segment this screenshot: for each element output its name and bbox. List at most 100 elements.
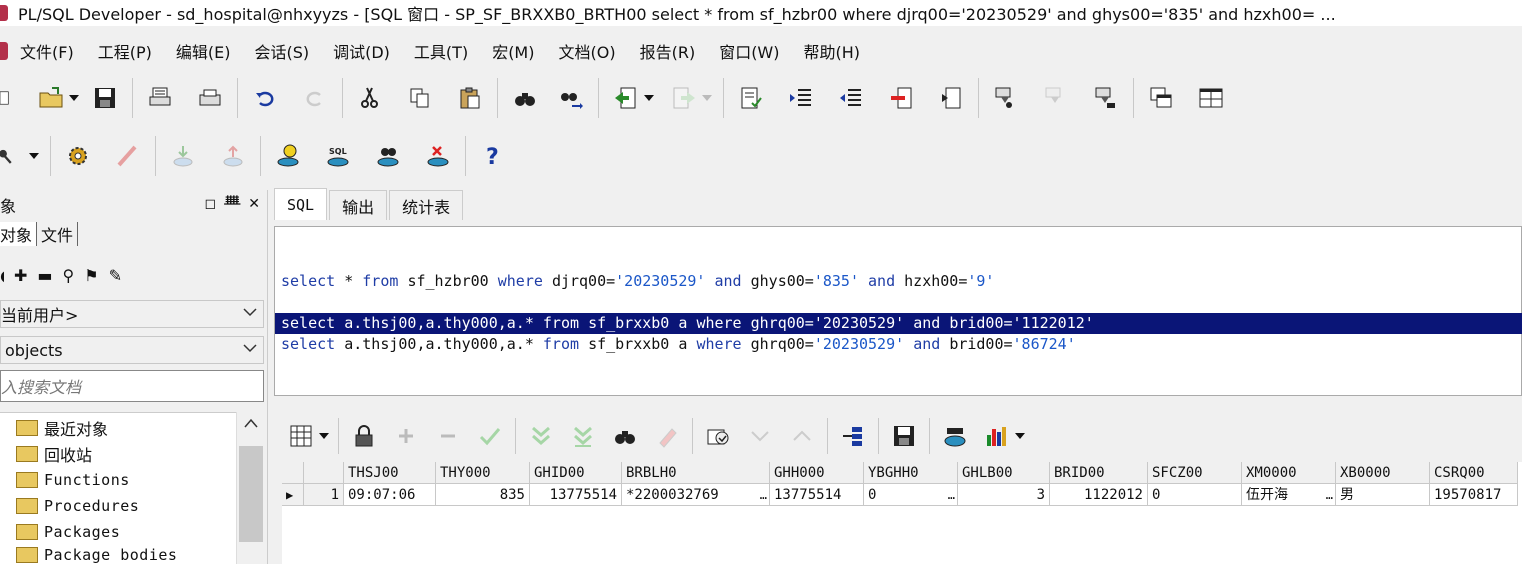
column-header[interactable]: THY000: [436, 462, 530, 484]
execute-gear-icon[interactable]: [61, 139, 95, 173]
object-type-select[interactable]: objects: [0, 336, 264, 364]
help-icon[interactable]: ?: [476, 139, 510, 173]
menu-debug[interactable]: 调试(D): [333, 39, 390, 63]
tab-sql[interactable]: SQL: [274, 188, 328, 220]
filter-edit-icon[interactable]: ✎: [109, 266, 122, 285]
tree-scrollbar[interactable]: [236, 412, 264, 564]
table-cell[interactable]: 伍开海…: [1242, 484, 1336, 506]
user-filter-select[interactable]: 当前用户>: [0, 300, 264, 328]
db-disconnect-icon[interactable]: [421, 139, 455, 173]
panel-pin-icon[interactable]: ᚙ: [224, 196, 240, 212]
copy-icon[interactable]: [403, 81, 437, 115]
comment-icon[interactable]: [884, 81, 918, 115]
find-object-icon[interactable]: ⚲: [63, 266, 75, 285]
tab-output[interactable]: 输出: [329, 190, 388, 220]
menu-project[interactable]: 工程(P): [98, 39, 152, 63]
column-header[interactable]: CSRQ00: [1430, 462, 1518, 484]
tree-item-procedures[interactable]: Procedures: [16, 493, 139, 519]
table-cell[interactable]: 0…: [864, 484, 958, 506]
search-input[interactable]: 入搜索文档: [0, 370, 264, 402]
unindent-icon[interactable]: [834, 81, 868, 115]
column-header[interactable]: GHLB00: [958, 462, 1050, 484]
db-sql-icon[interactable]: SQL: [321, 139, 355, 173]
column-header[interactable]: THSJ00: [344, 462, 436, 484]
table-cell[interactable]: 13775514: [530, 484, 622, 506]
print-icon[interactable]: [193, 81, 227, 115]
table-cell[interactable]: 19570817: [1430, 484, 1518, 506]
import-dropdown[interactable]: [643, 95, 655, 101]
sql-editor[interactable]: select * from sf_hzbr00 where djrq00='20…: [274, 226, 1522, 396]
debug-icon[interactable]: [989, 81, 1023, 115]
undo-icon[interactable]: [248, 81, 282, 115]
menu-documents[interactable]: 文档(O): [558, 39, 615, 63]
grid-select-icon[interactable]: [284, 419, 318, 453]
table-cell[interactable]: 男: [1336, 484, 1430, 506]
check-doc-icon[interactable]: [734, 81, 768, 115]
window-tile-icon[interactable]: [1194, 81, 1228, 115]
table-row[interactable]: ▶ 1 09:07:06 835 13775514 *2200032769… 1377551…: [282, 484, 1518, 506]
query-by-example-icon[interactable]: [701, 419, 735, 453]
column-header[interactable]: GHH000: [770, 462, 864, 484]
column-header[interactable]: XB0000: [1336, 462, 1430, 484]
table-cell[interactable]: *2200032769…: [622, 484, 770, 506]
record-view-icon[interactable]: [836, 419, 870, 453]
table-cell[interactable]: 13775514: [770, 484, 864, 506]
open-folder-icon[interactable]: [34, 81, 68, 115]
cell-ellipsis-button[interactable]: …: [760, 484, 767, 505]
menu-file[interactable]: 文件(F): [20, 39, 74, 63]
uncomment-icon[interactable]: [934, 81, 968, 115]
chevron-up-icon[interactable]: [244, 418, 258, 428]
menu-window[interactable]: 窗口(W): [719, 39, 779, 63]
column-header[interactable]: BRBLH0: [622, 462, 770, 484]
table-cell[interactable]: 0: [1148, 484, 1242, 506]
tab-objects[interactable]: 对象: [0, 222, 38, 246]
menu-tools[interactable]: 工具(T): [414, 39, 468, 63]
save-icon[interactable]: [88, 81, 122, 115]
key-icon[interactable]: [0, 139, 20, 173]
new-icon[interactable]: [0, 81, 18, 115]
cell-ellipsis-button[interactable]: …: [1326, 484, 1333, 505]
debug-run-icon[interactable]: [1089, 81, 1123, 115]
lock-icon[interactable]: [347, 419, 381, 453]
table-cell[interactable]: 3: [958, 484, 1050, 506]
indent-icon[interactable]: [784, 81, 818, 115]
db-output-icon[interactable]: [938, 419, 972, 453]
column-header[interactable]: BRID00: [1050, 462, 1148, 484]
column-header[interactable]: GHID00: [530, 462, 622, 484]
filter-icon[interactable]: ⚑: [84, 266, 98, 285]
remove-icon[interactable]: ▬: [37, 266, 52, 285]
sql-line-selected[interactable]: select a.thsj00,a.thy000,a.* from sf_brx…: [275, 313, 1522, 334]
grid-select-dropdown[interactable]: [318, 433, 330, 439]
chart-icon[interactable]: [980, 419, 1014, 453]
tree-item-recent[interactable]: 最近对象: [16, 415, 108, 441]
sql-line[interactable]: select * from sf_hzbr00 where djrq00='20…: [275, 271, 1522, 292]
column-header[interactable]: YBGHH0: [864, 462, 958, 484]
grid-find-icon[interactable]: [608, 419, 642, 453]
menu-session[interactable]: 会话(S): [254, 39, 309, 63]
chart-dropdown[interactable]: [1014, 433, 1026, 439]
key-dropdown[interactable]: [28, 153, 40, 159]
tree-item-package-bodies[interactable]: Package bodies: [16, 545, 177, 564]
sql-line[interactable]: select a.thsj00,a.thy000,a.* from sf_brx…: [275, 334, 1522, 355]
cut-icon[interactable]: [353, 81, 387, 115]
paste-icon[interactable]: [453, 81, 487, 115]
print-preview-icon[interactable]: [143, 81, 177, 115]
import-icon[interactable]: [609, 81, 643, 115]
find-next-icon[interactable]: [554, 81, 588, 115]
column-header[interactable]: SFCZ00: [1148, 462, 1242, 484]
add-icon[interactable]: ✚: [14, 266, 27, 285]
tree-item-functions[interactable]: Functions: [16, 467, 130, 493]
db-connect-icon[interactable]: [271, 139, 305, 173]
refresh-icon[interactable]: ●: [0, 266, 4, 285]
menu-help[interactable]: 帮助(H): [804, 39, 861, 63]
cell-ellipsis-button[interactable]: …: [948, 484, 955, 505]
table-cell[interactable]: 09:07:06: [344, 484, 436, 506]
find-icon[interactable]: [508, 81, 542, 115]
db-session-icon[interactable]: [371, 139, 405, 173]
tree-item-recyclebin[interactable]: 回收站: [16, 441, 92, 467]
menu-macro[interactable]: 宏(M): [492, 39, 534, 63]
table-cell[interactable]: 835: [436, 484, 530, 506]
menu-reports[interactable]: 报告(R): [640, 39, 696, 63]
panel-float-icon[interactable]: ◻: [205, 196, 217, 212]
column-header[interactable]: XM0000: [1242, 462, 1336, 484]
